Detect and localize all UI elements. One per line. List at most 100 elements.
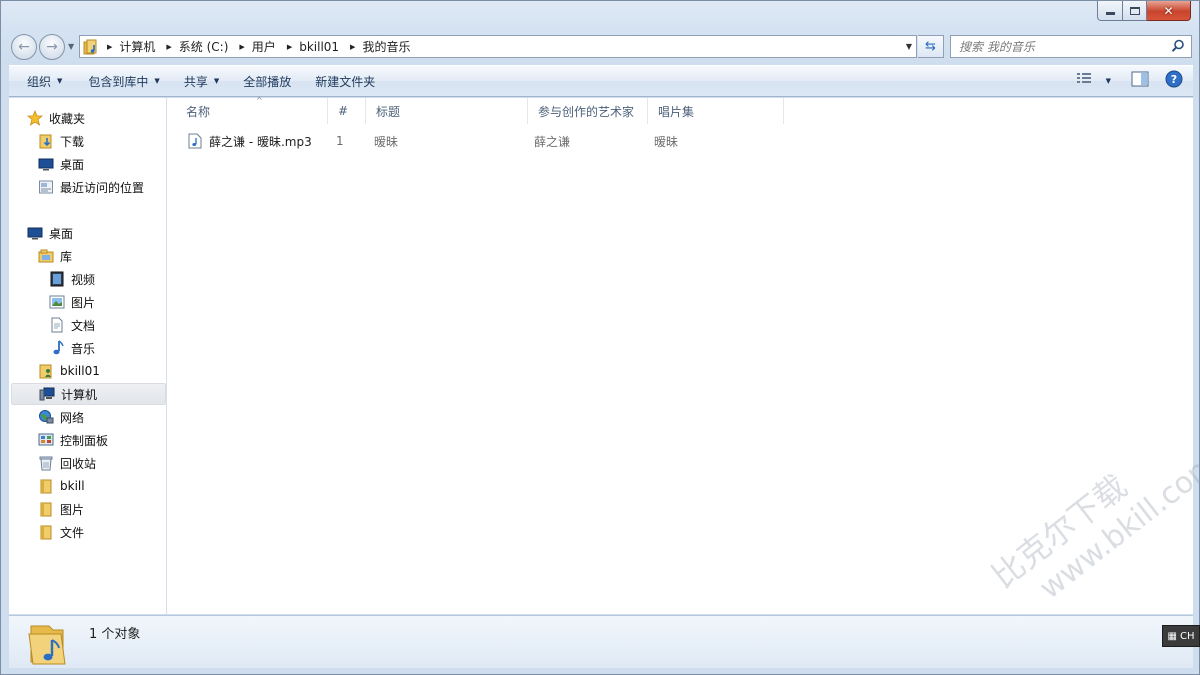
breadcrumb-users[interactable]: 用户	[252, 38, 276, 55]
file-album-cell: 暧昧	[654, 134, 679, 149]
nav-music[interactable]: 音乐	[49, 337, 95, 359]
breadcrumb-arrow-icon[interactable]: ▶	[287, 43, 292, 51]
nav-network[interactable]: 网络	[38, 406, 84, 428]
breadcrumb-my-music[interactable]: 我的音乐	[362, 38, 410, 55]
column-header-album[interactable]: 唱片集	[648, 98, 784, 124]
library-icon	[38, 248, 54, 264]
folder-icon	[38, 524, 54, 540]
column-header-name[interactable]: 名称 ^	[176, 96, 328, 124]
back-button[interactable]: ←	[11, 34, 37, 60]
nav-folder-bkill[interactable]: bkill	[38, 475, 85, 497]
nav-recycle-bin-label: 回收站	[60, 456, 97, 471]
file-name-cell[interactable]: 薛之谦 - 暧昧.mp3	[188, 128, 312, 154]
nav-computer[interactable]: 计算机	[11, 383, 166, 405]
help-icon[interactable]: ?	[1165, 70, 1183, 91]
arrow-left-icon: ←	[18, 39, 30, 55]
music-folder-icon	[80, 36, 102, 57]
nav-folder-pictures[interactable]: 图片	[38, 498, 84, 520]
arrow-right-icon: →	[46, 39, 58, 55]
table-row[interactable]: 薛之谦 - 暧昧.mp3 1 暧昧 薛之谦 暧昧	[178, 128, 948, 154]
nav-pictures-library-label: 图片	[71, 295, 96, 310]
nav-videos[interactable]: 视频	[49, 268, 95, 290]
file-title-cell: 暧昧	[374, 134, 399, 149]
nav-control-panel-label: 控制面板	[60, 433, 109, 448]
nav-folder-files[interactable]: 文件	[38, 521, 84, 543]
nav-documents[interactable]: 文档	[49, 314, 95, 336]
breadcrumb: ▶ 计算机 ▶ 系统 (C:) ▶ 用户 ▶ bkill01 ▶ 我的音乐	[102, 36, 410, 57]
nav-recycle-bin[interactable]: 回收站	[38, 452, 96, 474]
column-header-title[interactable]: 标题	[366, 98, 528, 124]
address-bar[interactable]: ▶ 计算机 ▶ 系统 (C:) ▶ 用户 ▶ bkill01 ▶ 我的音乐 ▼	[79, 35, 917, 58]
keyboard-icon: ▦	[1167, 630, 1177, 642]
search-icon[interactable]	[1171, 39, 1185, 56]
svg-text:?: ?	[1171, 73, 1177, 86]
column-header-album-label: 唱片集	[658, 104, 695, 119]
close-button[interactable]: ✕	[1147, 1, 1191, 21]
nav-downloads[interactable]: 下载	[38, 130, 84, 152]
nav-recent-places-label: 最近访问的位置	[60, 180, 145, 195]
breadcrumb-arrow-icon[interactable]: ▶	[107, 43, 112, 51]
star-icon	[26, 109, 44, 126]
nav-control-panel[interactable]: 控制面板	[38, 429, 108, 451]
column-header-number-label: #	[338, 104, 349, 118]
include-in-library-menu[interactable]: 包含到库中 ▼	[78, 69, 169, 93]
share-menu[interactable]: 共享 ▼	[174, 69, 229, 93]
nav-pictures-library[interactable]: 图片	[49, 291, 95, 313]
control-panel-icon	[38, 432, 54, 448]
search-input[interactable]	[959, 39, 1159, 54]
breadcrumb-arrow-icon[interactable]: ▶	[239, 43, 244, 51]
organize-menu[interactable]: 组织 ▼	[17, 69, 72, 93]
breadcrumb-system-drive[interactable]: 系统 (C:)	[179, 38, 229, 55]
content-area: 收藏夹 下载 桌面 最近访问的位置 桌面 库 视频 图片 文档 音乐 bkill…	[9, 96, 1193, 614]
folder-icon	[38, 478, 54, 494]
video-icon	[49, 271, 65, 287]
nav-desktop[interactable]: 桌面	[27, 222, 73, 244]
nav-computer-label: 计算机	[61, 387, 98, 402]
nav-music-label: 音乐	[71, 341, 96, 356]
navigation-pane: 收藏夹 下载 桌面 最近访问的位置 桌面 库 视频 图片 文档 音乐 bkill…	[9, 98, 167, 614]
new-folder-button[interactable]: 新建文件夹	[305, 69, 385, 93]
column-header-number[interactable]: #	[328, 98, 366, 124]
nav-favorites-label: 收藏夹	[49, 111, 86, 126]
change-view-button[interactable]: ▼	[1076, 72, 1111, 89]
nav-recent-places[interactable]: 最近访问的位置	[38, 176, 144, 198]
chevron-down-icon: ▼	[1105, 76, 1111, 85]
breadcrumb-computer[interactable]: 计算机	[119, 38, 155, 55]
nav-user-folder[interactable]: bkill01	[38, 360, 100, 382]
column-headers: 名称 ^ # 标题 参与创作的艺术家 唱片集	[168, 96, 948, 124]
breadcrumb-arrow-icon[interactable]: ▶	[166, 43, 171, 51]
include-in-library-label: 包含到库中	[88, 74, 149, 89]
network-icon	[38, 409, 54, 425]
document-icon	[49, 317, 65, 333]
pictures-icon	[49, 294, 65, 310]
play-all-button[interactable]: 全部播放	[233, 69, 301, 93]
column-header-name-label: 名称	[186, 104, 211, 119]
column-header-title-label: 标题	[376, 104, 401, 119]
maximize-button[interactable]	[1123, 1, 1147, 21]
music-folder-icon	[27, 620, 67, 669]
nav-fav-desktop[interactable]: 桌面	[38, 153, 84, 175]
chevron-down-icon: ▼	[154, 77, 160, 85]
new-folder-label: 新建文件夹	[315, 74, 376, 89]
preview-pane-button[interactable]	[1131, 71, 1149, 90]
forward-button[interactable]: →	[39, 34, 65, 60]
folder-icon	[38, 501, 54, 517]
recent-pages-dropdown[interactable]: ▼	[68, 42, 74, 51]
chevron-down-icon: ▼	[57, 77, 63, 85]
breadcrumb-arrow-icon[interactable]: ▶	[350, 43, 355, 51]
nav-user-folder-label: bkill01	[60, 364, 100, 378]
refresh-button[interactable]: ⇆	[918, 35, 944, 58]
caption-buttons: ✕	[1097, 1, 1191, 21]
minimize-button[interactable]	[1097, 1, 1123, 21]
desktop-icon	[38, 156, 54, 172]
nav-folder-files-label: 文件	[60, 525, 85, 540]
nav-libraries[interactable]: 库	[38, 245, 72, 267]
column-header-artists[interactable]: 参与创作的艺术家	[528, 98, 648, 124]
refresh-icon: ⇆	[925, 39, 936, 54]
breadcrumb-user[interactable]: bkill01	[299, 40, 339, 54]
nav-favorites[interactable]: 收藏夹	[26, 107, 86, 129]
address-history-dropdown[interactable]: ▼	[906, 42, 912, 51]
item-count: 1 个对象	[89, 627, 141, 642]
ime-indicator[interactable]: ▦ CH	[1162, 625, 1200, 647]
nav-documents-label: 文档	[71, 318, 96, 333]
